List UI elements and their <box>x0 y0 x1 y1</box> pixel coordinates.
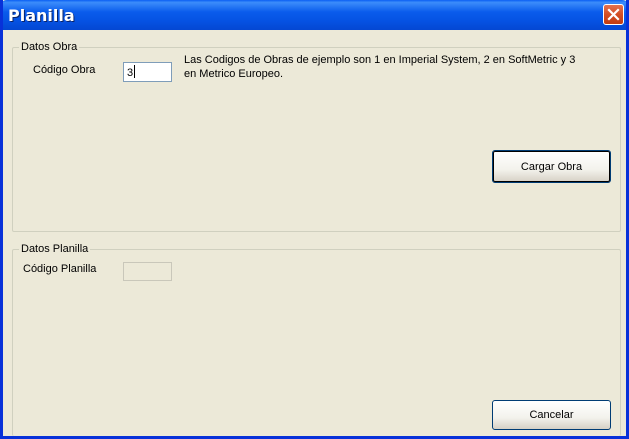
cargar-obra-button[interactable]: Cargar Obra <box>492 150 611 183</box>
datos-obra-legend: Datos Obra <box>19 40 80 54</box>
codigo-obra-input[interactable]: 3 <box>123 62 172 82</box>
codigo-obra-description: Las Codigos de Obras de ejemplo son 1 en… <box>184 54 576 80</box>
close-button[interactable] <box>603 4 624 25</box>
codigo-obra-value: 3 <box>127 67 134 79</box>
cancelar-label: Cancelar <box>529 409 574 421</box>
codigo-planilla-label: Código Planilla <box>23 263 97 275</box>
title-bar[interactable]: Planilla <box>3 0 626 30</box>
codigo-planilla-input[interactable] <box>123 262 172 281</box>
codigo-obra-label: Código Obra <box>33 64 96 76</box>
text-caret <box>134 65 136 78</box>
cancelar-button[interactable]: Cancelar <box>492 400 611 430</box>
planilla-window: Planilla Datos Obra Código Obra 3 Las Co… <box>0 0 629 439</box>
datos-planilla-legend: Datos Planilla <box>19 242 91 256</box>
close-icon <box>607 8 620 21</box>
window-title: Planilla <box>8 6 75 25</box>
cargar-obra-label: Cargar Obra <box>520 160 583 173</box>
